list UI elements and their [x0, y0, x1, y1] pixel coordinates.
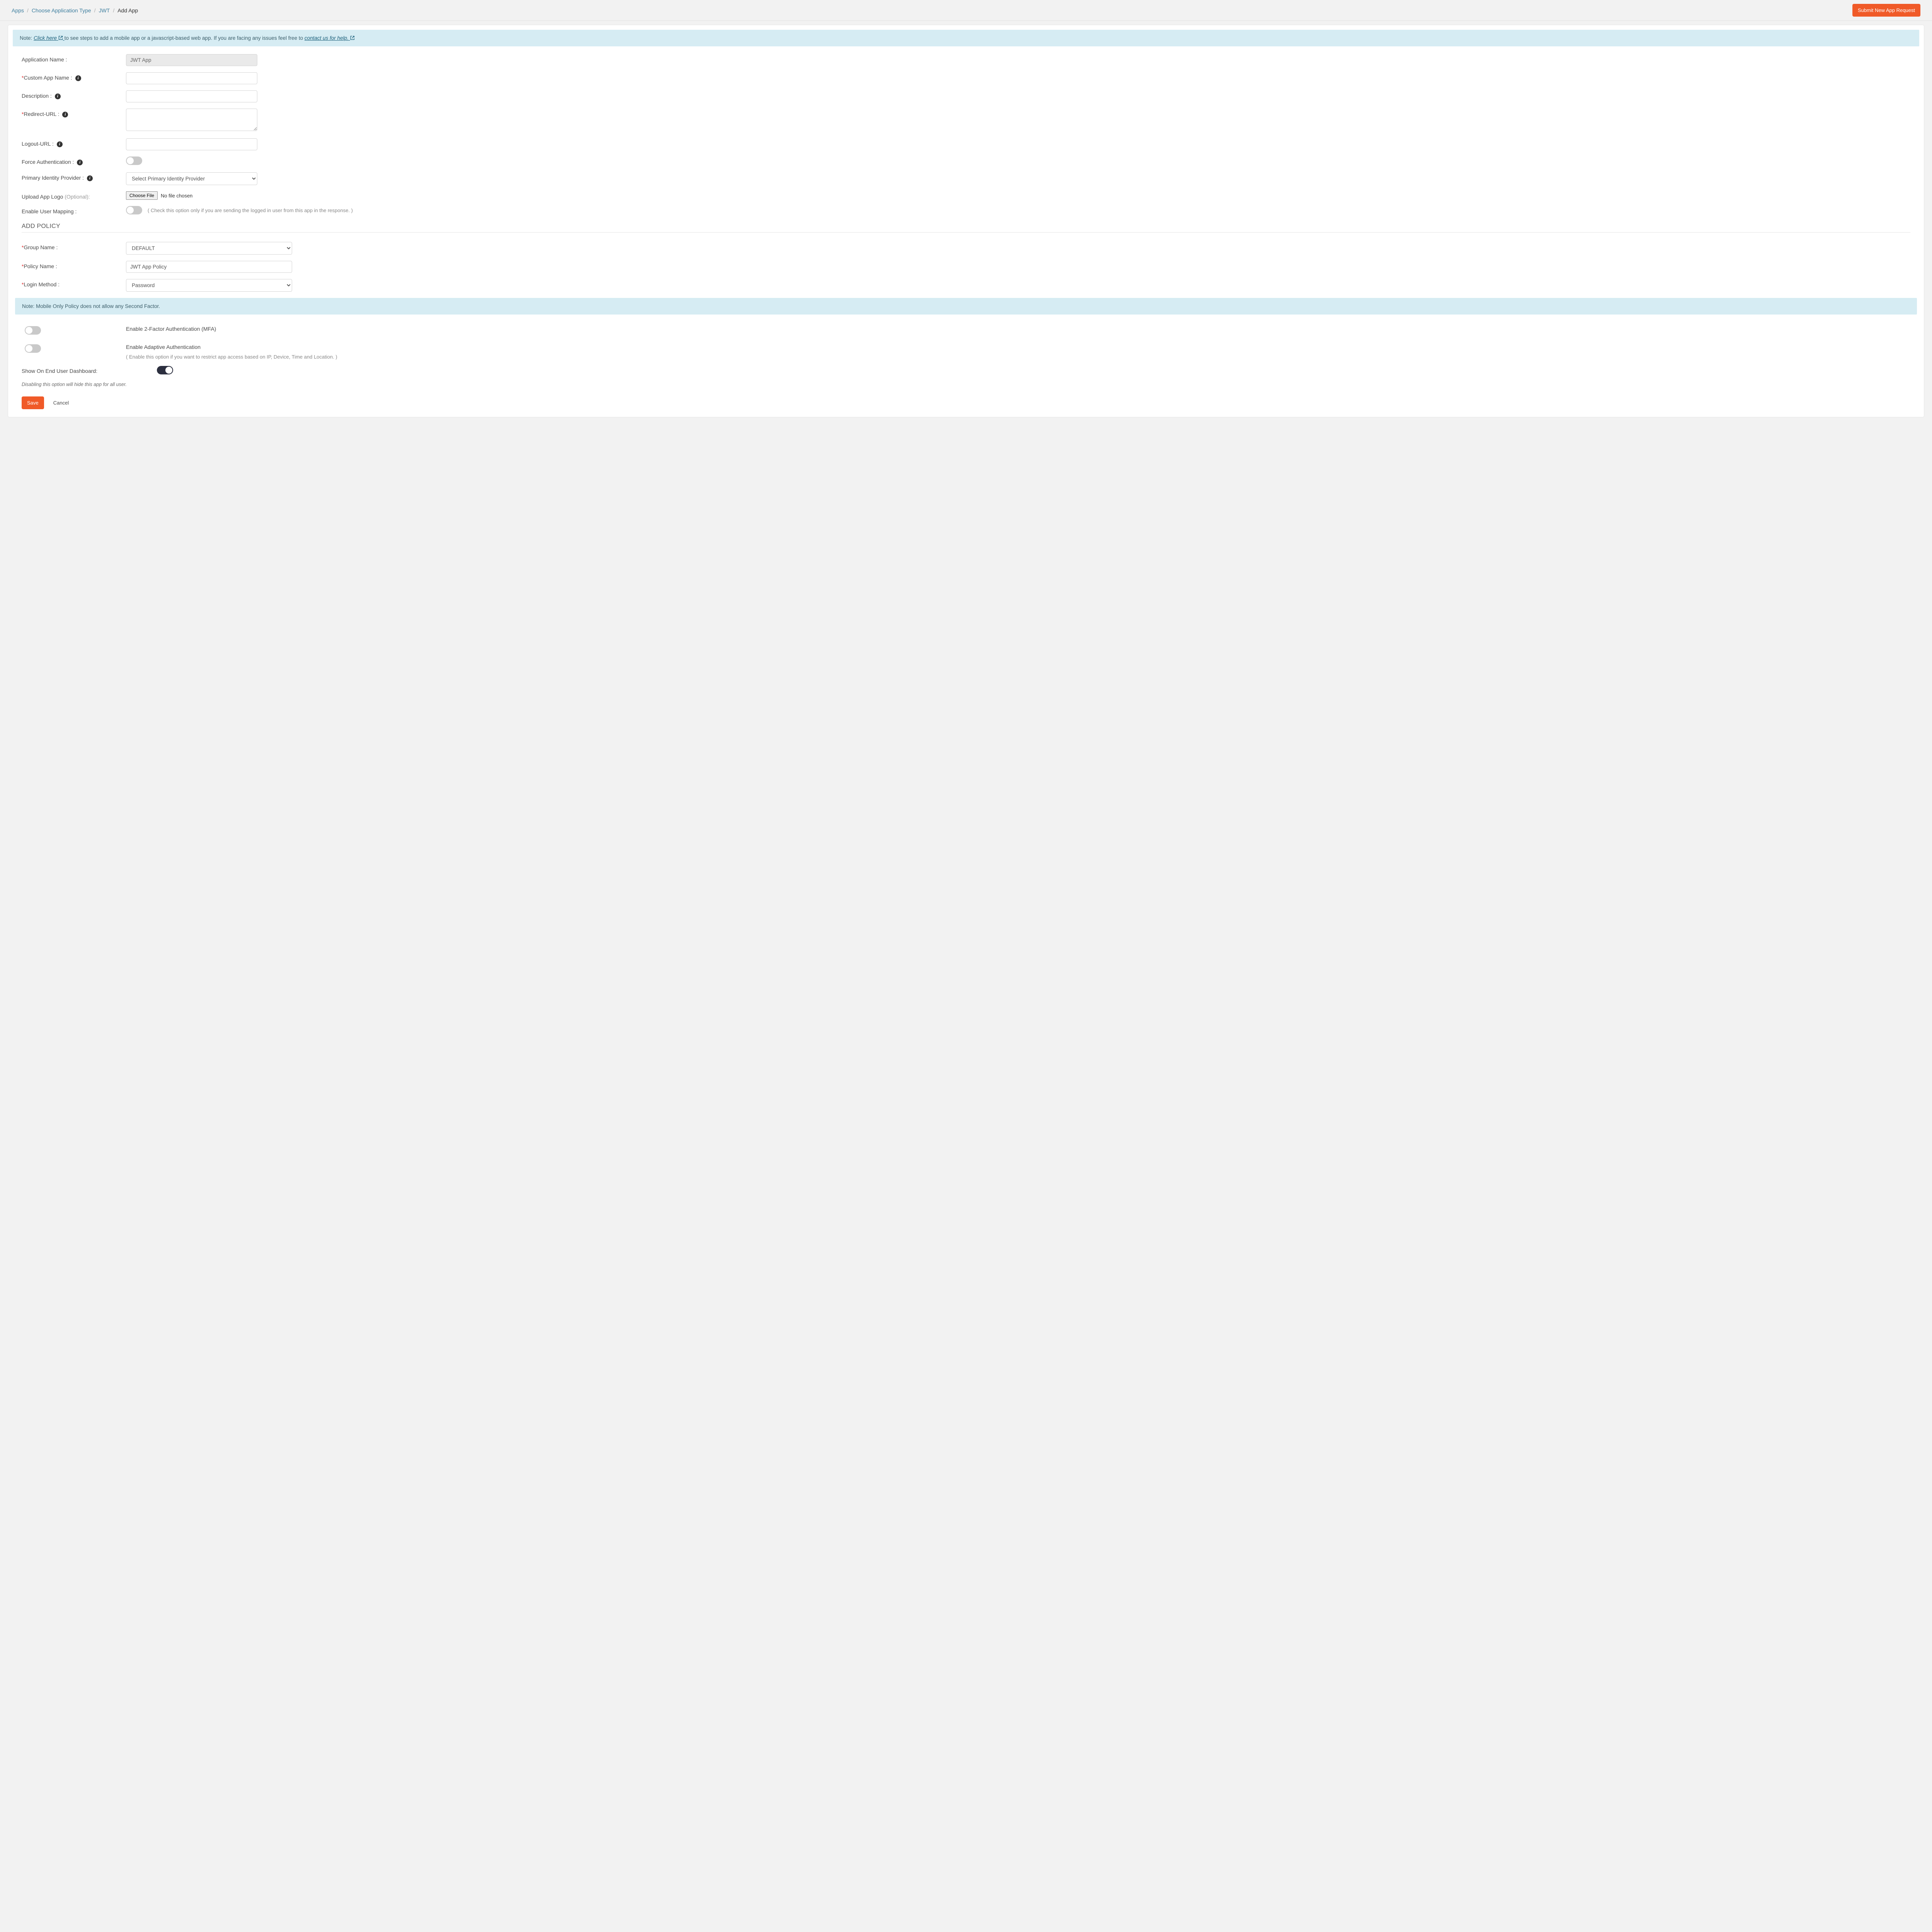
- force-auth-toggle[interactable]: [126, 156, 142, 165]
- user-mapping-toggle[interactable]: [126, 206, 142, 214]
- breadcrumb-current: Add App: [117, 7, 138, 14]
- row-enable-mfa: Enable 2-Factor Authentication (MFA): [22, 324, 1910, 336]
- row-description: Description : i: [22, 90, 1910, 102]
- label-description: Description : i: [22, 90, 126, 99]
- label-logout-url: Logout-URL : i: [22, 138, 126, 147]
- form-actions: Save Cancel: [22, 396, 1910, 409]
- cancel-button[interactable]: Cancel: [48, 396, 74, 409]
- top-bar: Apps / Choose Application Type / JWT / A…: [0, 0, 1932, 21]
- note-mid: to see steps to add a mobile app or a ja…: [65, 35, 304, 41]
- dashboard-hint: Disabling this option will hide this app…: [22, 382, 1910, 387]
- label-upload-logo: Upload App Logo (Optional):: [22, 191, 126, 200]
- row-login-method: *Login Method : Password: [22, 279, 1910, 292]
- row-enable-user-mapping: Enable User Mapping : ( Check this optio…: [22, 206, 1910, 214]
- label-login-method: *Login Method :: [22, 279, 126, 287]
- info-icon[interactable]: i: [55, 94, 61, 99]
- breadcrumb-jwt[interactable]: JWT: [99, 7, 110, 14]
- file-chosen-status: No file chosen: [161, 193, 192, 199]
- mfa-toggle[interactable]: [25, 326, 41, 335]
- submit-app-request-button[interactable]: Submit New App Request: [1852, 4, 1920, 17]
- label-policy-name: *Policy Name :: [22, 261, 126, 269]
- label-enable-adaptive: Enable Adaptive Authentication: [126, 342, 337, 350]
- row-custom-app-name: *Custom App Name : i: [22, 72, 1910, 84]
- label-application-name: Application Name :: [22, 54, 126, 63]
- info-icon[interactable]: i: [75, 75, 81, 81]
- logout-url-input[interactable]: [126, 138, 257, 150]
- breadcrumb-sep: /: [113, 7, 114, 14]
- row-force-auth: Force Authentication : i: [22, 156, 1910, 166]
- info-icon[interactable]: i: [57, 141, 63, 147]
- row-redirect-url: *Redirect-URL : i: [22, 109, 1910, 132]
- policy-name-input[interactable]: [126, 261, 292, 273]
- label-enable-user-mapping: Enable User Mapping :: [22, 206, 126, 214]
- row-group-name: *Group Name : DEFAULT: [22, 242, 1910, 255]
- row-primary-idp: Primary Identity Provider : i Select Pri…: [22, 172, 1910, 185]
- application-name-input: [126, 54, 257, 66]
- label-enable-mfa: Enable 2-Factor Authentication (MFA): [45, 324, 216, 332]
- info-icon[interactable]: i: [62, 112, 68, 117]
- form-card: Note: Click here to see steps to add a m…: [8, 25, 1924, 417]
- breadcrumb-apps[interactable]: Apps: [12, 7, 24, 14]
- row-policy-name: *Policy Name :: [22, 261, 1910, 273]
- redirect-url-input[interactable]: [126, 109, 257, 131]
- label-redirect-url: *Redirect-URL : i: [22, 109, 126, 117]
- row-application-name: Application Name :: [22, 54, 1910, 66]
- info-icon[interactable]: i: [87, 175, 93, 181]
- breadcrumb-sep: /: [27, 7, 29, 14]
- section-divider: [22, 232, 1910, 233]
- row-show-dashboard: Show On End User Dashboard:: [22, 366, 1910, 376]
- description-input[interactable]: [126, 90, 257, 102]
- breadcrumb-choose-type[interactable]: Choose Application Type: [32, 7, 91, 14]
- breadcrumb: Apps / Choose Application Type / JWT / A…: [12, 7, 138, 14]
- group-name-select[interactable]: DEFAULT: [126, 242, 292, 255]
- show-dashboard-toggle[interactable]: [157, 366, 173, 374]
- adaptive-hint: ( Enable this option if you want to rest…: [126, 354, 337, 360]
- note-prefix: Note:: [20, 35, 34, 41]
- info-icon[interactable]: i: [77, 160, 83, 165]
- custom-app-name-input[interactable]: [126, 72, 257, 84]
- form-body-lower: Enable 2-Factor Authentication (MFA) Ena…: [8, 324, 1924, 409]
- note-link-contact[interactable]: contact us for help.: [304, 35, 355, 41]
- external-link-icon: [58, 36, 63, 40]
- row-logout-url: Logout-URL : i: [22, 138, 1910, 150]
- note-link-click-here[interactable]: Click here: [34, 35, 65, 41]
- external-link-icon: [350, 36, 355, 40]
- note-banner: Note: Click here to see steps to add a m…: [13, 30, 1919, 46]
- label-primary-idp: Primary Identity Provider : i: [22, 172, 126, 181]
- label-show-dashboard: Show On End User Dashboard:: [22, 368, 97, 374]
- label-custom-app-name: *Custom App Name : i: [22, 72, 126, 81]
- row-upload-logo: Upload App Logo (Optional): Choose File …: [22, 191, 1910, 200]
- choose-file-button[interactable]: Choose File: [126, 191, 158, 200]
- section-title-add-policy: ADD POLICY: [22, 223, 1910, 230]
- user-mapping-hint: ( Check this option only if you are send…: [148, 207, 353, 213]
- note-mobile-policy: Note: Mobile Only Policy does not allow …: [15, 298, 1917, 315]
- save-button[interactable]: Save: [22, 396, 44, 409]
- label-force-auth: Force Authentication : i: [22, 156, 126, 165]
- row-enable-adaptive: Enable Adaptive Authentication ( Enable …: [22, 342, 1910, 360]
- login-method-select[interactable]: Password: [126, 279, 292, 292]
- breadcrumb-sep: /: [94, 7, 96, 14]
- form-body: Application Name : *Custom App Name : i …: [8, 54, 1924, 292]
- page-root: Apps / Choose Application Type / JWT / A…: [0, 0, 1932, 425]
- label-group-name: *Group Name :: [22, 242, 126, 250]
- primary-idp-select[interactable]: Select Primary Identity Provider: [126, 172, 257, 185]
- adaptive-auth-toggle[interactable]: [25, 344, 41, 353]
